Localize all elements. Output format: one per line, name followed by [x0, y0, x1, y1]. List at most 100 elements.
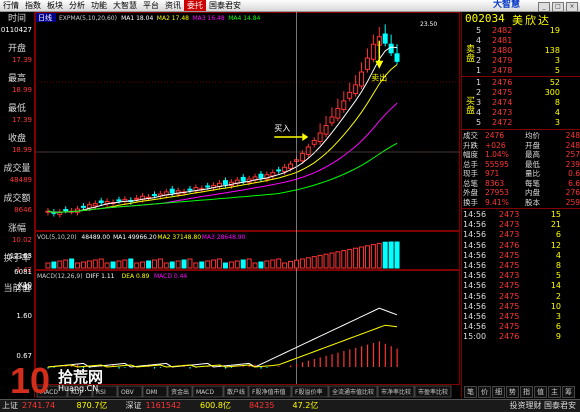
indicator-tab[interactable]: 市盈率比较 — [414, 385, 452, 398]
menu-item[interactable]: 分析 — [66, 0, 88, 11]
stat-key: 成交 — [463, 131, 478, 140]
sell-row: 5 2482 19 — [476, 26, 580, 36]
macd-bar — [378, 341, 380, 367]
tick-price: 2475 — [499, 322, 520, 332]
macd-bar — [337, 352, 339, 367]
sell-price: 2479 — [492, 56, 513, 65]
indicator-tab[interactable]: DMI — [142, 385, 168, 398]
menu-item[interactable]: 行情 — [0, 0, 22, 11]
volume-bar — [98, 258, 104, 269]
volume-bar — [347, 248, 353, 269]
sell-price: 2481 — [492, 36, 513, 45]
stat-row: 成交 2476 均价 248 — [463, 131, 580, 140]
stat-row: 总笔 8363 每笔 6.6 — [463, 179, 580, 188]
tick-price: 2475 — [499, 261, 520, 270]
stat-value: 8363 — [485, 178, 505, 188]
stat-key2: 每笔 — [525, 178, 540, 188]
indicator-tab[interactable]: 散户线 — [223, 385, 249, 398]
volume-bar — [146, 260, 152, 269]
macd-bar — [290, 365, 292, 367]
data-label: 最低 — [7, 104, 26, 114]
macd-bar — [301, 362, 304, 367]
volume-bar — [335, 251, 341, 269]
stat-key: 换手 — [463, 197, 478, 207]
macd-axis-label: 2.98 — [16, 284, 32, 292]
quote-tab-button[interactable]: 细 — [492, 386, 505, 398]
buy-price: 2476 — [492, 78, 513, 87]
chart-area[interactable]: 日线 EXPMA(5,10,20,60) MA1 18.04 MA2 17.48 MA3… — [35, 12, 460, 398]
macd-bar — [372, 343, 375, 367]
volume-bar — [80, 261, 86, 269]
data-label: 涨幅 — [7, 224, 26, 234]
sell-level: 5 — [476, 26, 482, 35]
indicator-tab[interactable]: 资金出 — [167, 385, 193, 398]
macd-bar — [295, 363, 298, 367]
indicator-tab[interactable]: 全流通市值比较 — [328, 385, 378, 398]
stat-row: 升跌 +026 开盘 248 — [463, 141, 580, 150]
volume-bar — [288, 260, 294, 269]
svg-text:F股净值市值: F股净值市值 — [252, 388, 285, 396]
watermark: 10 拾荒网 Huang.CN — [10, 360, 140, 401]
menu-item[interactable]: 大智慧 — [110, 0, 140, 11]
macd-legend-item: MACD(12,26,9) — [37, 273, 83, 280]
index-label[interactable]: 上证 — [2, 401, 18, 411]
volume-bar — [175, 260, 181, 269]
data-window: 时间 20110427 开盘 17.39 最高 18.99 最低 17.39 收盘 18.99 成交… — [0, 12, 35, 398]
index-value: 2741.74 — [22, 401, 56, 410]
menu-item[interactable]: 资讯 — [162, 0, 184, 11]
macd-axis-label: 0.67 — [16, 352, 32, 360]
indicator-tab[interactable]: MACD — [192, 385, 224, 398]
volume-bar — [359, 246, 365, 269]
stat-key2: 均价 — [525, 131, 540, 140]
menu-item[interactable]: 指数 — [22, 0, 44, 11]
macd-bar — [325, 355, 327, 367]
volume-bar — [282, 262, 288, 269]
stat-row: 总手 55595 最低 239 — [463, 160, 580, 169]
tick-volume: 5 — [555, 271, 561, 281]
quote-tab-button[interactable]: 笔 — [464, 386, 477, 398]
index-label[interactable]: 深证 — [126, 401, 142, 411]
stat-row: 现手 971 量比 0.6 — [463, 169, 580, 178]
stat-row: 换手 9.41% 股本 259 — [463, 198, 580, 207]
menu-item[interactable]: 板块 — [44, 0, 66, 11]
window-control-button[interactable]: × — [566, 2, 578, 12]
quote-tab-button[interactable]: 筹 — [562, 386, 575, 398]
quote-tab-button[interactable]: 指 — [520, 386, 533, 398]
svg-text:全流通市值比较: 全流通市值比较 — [332, 388, 374, 396]
tick-time: 14:56 — [463, 230, 487, 240]
indicator-tab[interactable]: F股溢价率 — [291, 385, 329, 398]
tick-row: 14:56 2475 10 — [463, 302, 563, 312]
sell-price: 2482 — [492, 26, 513, 35]
data-label: 成交量 — [3, 164, 31, 174]
volume-bar — [104, 262, 110, 269]
volume-bar — [323, 253, 329, 269]
indicator-tab[interactable]: 市净率比较 — [377, 385, 415, 398]
volume-bar — [45, 262, 51, 269]
indicator-tab[interactable]: F股净值市值 — [248, 385, 292, 398]
window-control-button[interactable]: _ — [538, 2, 550, 12]
quote-tab-button[interactable]: 价 — [478, 386, 491, 398]
sell-row: 4 2481 — [476, 36, 580, 46]
menu-item[interactable]: 国泰君安 — [206, 0, 244, 11]
menu-item[interactable]: 委托 — [184, 0, 206, 11]
menu-item[interactable]: 平台 — [140, 0, 162, 11]
tick-row: 14:56 2475 3 — [463, 312, 563, 322]
quote-tab-button[interactable]: 势 — [506, 386, 519, 398]
volume-bar — [276, 258, 282, 269]
data-label: 收盘 — [7, 134, 26, 144]
quote-tab-button[interactable]: 主 — [548, 386, 561, 398]
stat-row: 幅度 1.04% 最高 257 — [463, 150, 580, 159]
period-tab[interactable]: 日线 — [36, 13, 56, 22]
tick-time: 14:56 — [463, 322, 487, 332]
stat-value: 27953 — [485, 188, 509, 197]
tick-time: 14:56 — [463, 301, 487, 311]
ma-legend-item: MA3 16.48 — [193, 15, 225, 22]
menu-item[interactable]: 功能 — [88, 0, 110, 11]
macd-bar — [343, 351, 345, 367]
index-value: 870.7亿 — [76, 401, 108, 410]
buy-row: 3 2474 8 — [476, 98, 580, 108]
quote-tab-button[interactable]: 值 — [534, 386, 547, 398]
tick-time: 14:56 — [463, 261, 487, 270]
window-control-button[interactable]: □ — [552, 2, 564, 12]
svg-text:市盈率比较: 市盈率比较 — [418, 388, 448, 396]
